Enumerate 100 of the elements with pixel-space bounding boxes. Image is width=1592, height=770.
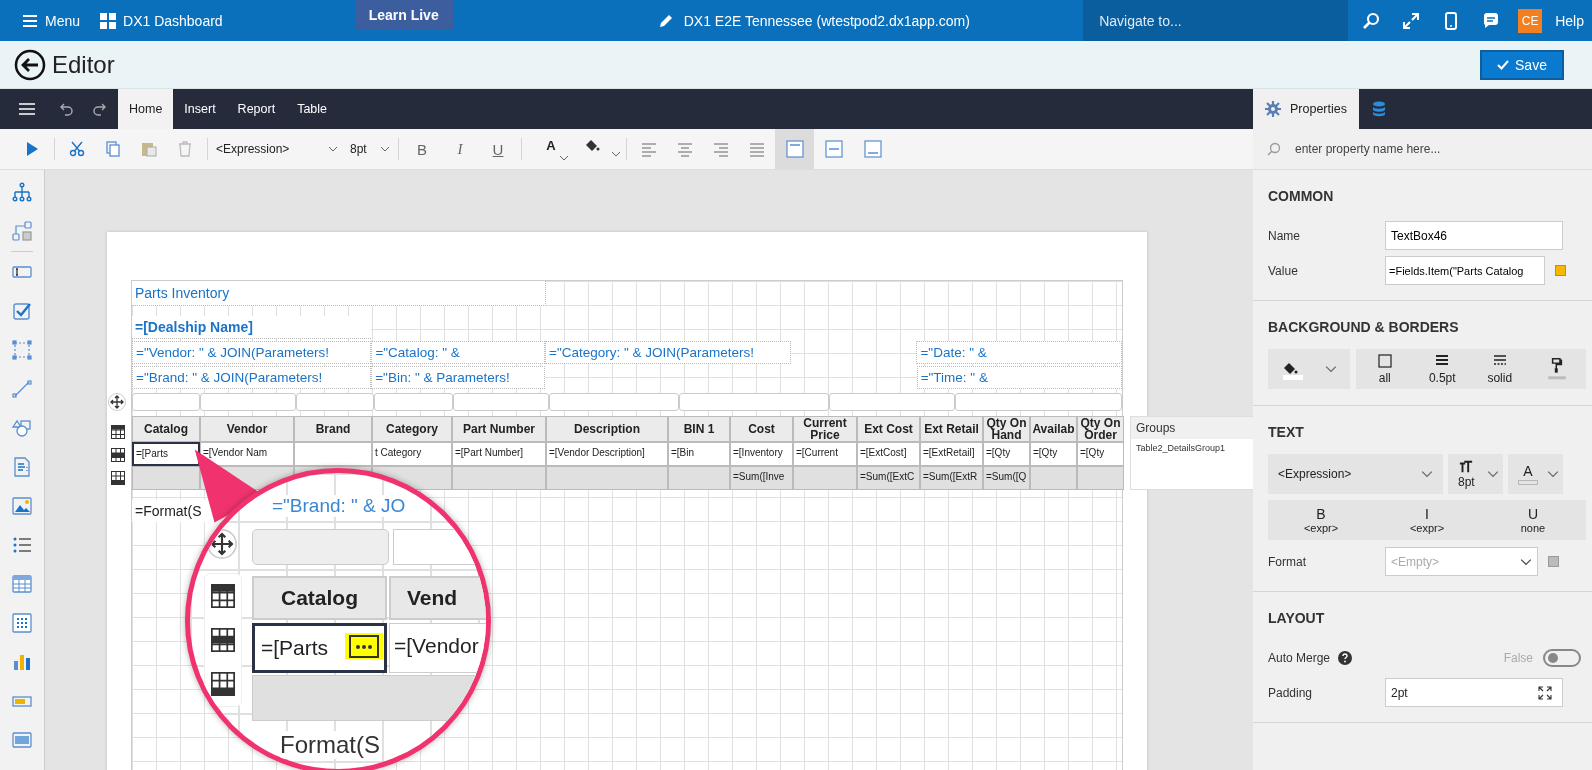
size-dropdown[interactable]: 8pt	[346, 135, 394, 163]
caret-icon	[1487, 470, 1499, 478]
table-cell[interactable]: =[ExtCost]	[857, 442, 920, 466]
bar-chart-icon[interactable]	[12, 652, 32, 672]
caret-icon	[1520, 557, 1532, 566]
expand-icon[interactable]	[1402, 11, 1421, 30]
play-icon[interactable]	[24, 141, 40, 157]
bold-button[interactable]: B	[403, 140, 441, 158]
underline-button[interactable]: U none	[1480, 500, 1586, 540]
table-cell[interactable]: =[Bin	[668, 442, 730, 466]
learn-live-button[interactable]: Learn Live	[354, 0, 453, 30]
grid-icon	[100, 12, 117, 29]
save-button[interactable]: Save	[1480, 49, 1564, 80]
table-cell[interactable]: =[Parts	[132, 442, 200, 466]
document-icon[interactable]	[12, 457, 32, 477]
format-expression: Format(S	[280, 731, 380, 759]
ribbon-tab[interactable]: Table	[286, 89, 339, 129]
border-sides-button[interactable]: all	[1356, 349, 1413, 389]
dealership-field: =[Dealship Name]	[132, 316, 371, 339]
report-title: Parts Inventory	[132, 281, 546, 306]
font-dropdown[interactable]: <Expression>	[212, 135, 342, 163]
footer-cell: =Sum([Inve	[730, 466, 793, 490]
components-icon[interactable]	[12, 221, 32, 241]
footer-cell	[1030, 466, 1077, 490]
font-dropdown[interactable]: <Expression>	[1268, 454, 1443, 494]
table-cell[interactable]: =[Vendor Description]	[546, 442, 668, 466]
name-field[interactable]: TextBox46	[1385, 221, 1563, 250]
navigate-field[interactable]: Navigate to...	[1083, 0, 1349, 41]
move-handle-icon[interactable]	[108, 393, 126, 411]
properties-tab[interactable]: Properties	[1253, 89, 1359, 129]
border-style-button[interactable]: solid	[1471, 349, 1528, 389]
group-item[interactable]: Table2_DetailsGroup1	[1131, 439, 1253, 457]
auto-merge-toggle[interactable]	[1543, 648, 1581, 667]
table-header-icon[interactable]	[111, 425, 125, 439]
table-cell[interactable]: =[Current	[793, 442, 857, 466]
table-cell[interactable]: t Category	[372, 442, 452, 466]
shapes-icon[interactable]	[12, 418, 32, 438]
line-icon[interactable]	[12, 379, 32, 399]
undo-icon[interactable]	[58, 101, 74, 117]
back-icon[interactable]	[14, 48, 46, 81]
help-icon[interactable]	[1338, 650, 1353, 665]
copy-icon[interactable]	[105, 141, 121, 157]
value-field[interactable]: =Fields.Item("Parts Catalog	[1385, 256, 1545, 285]
parameter-expression: ="Bin: " & Parameters!	[371, 366, 545, 389]
check-icon	[1497, 58, 1510, 71]
column-header: Ext Cost	[857, 416, 920, 442]
image-icon[interactable]	[12, 496, 32, 516]
field-label: Auto Merge	[1268, 650, 1331, 665]
grid-icon[interactable]	[12, 613, 32, 633]
list-icon[interactable]	[12, 535, 32, 555]
border-width-button[interactable]: 0.5pt	[1414, 349, 1471, 389]
text-block-icon	[824, 140, 843, 158]
cut-icon[interactable]	[69, 141, 85, 157]
menu-button[interactable]: Menu	[22, 5, 81, 36]
ribbon-tab[interactable]: Insert	[173, 89, 227, 129]
column-header: Vend	[389, 576, 486, 620]
redo-icon[interactable]	[92, 101, 108, 117]
ribbon-tab[interactable]: Report	[226, 89, 287, 129]
dashboard-link[interactable]: DX1 Dashboard	[100, 5, 223, 36]
parameter-expression: ="Vendor: " & JOIN(Parameters!	[132, 341, 372, 364]
font-color-dropdown[interactable]: A	[1508, 454, 1563, 494]
font-color-button[interactable]: A	[526, 137, 576, 161]
hierarchy-icon[interactable]	[12, 182, 32, 202]
table-cell[interactable]	[294, 442, 372, 466]
table-icon[interactable]	[12, 574, 32, 594]
ribbon-tab[interactable]: Home	[118, 89, 174, 129]
table-cell: =[Vendor	[389, 623, 486, 673]
line-weight-icon	[1435, 353, 1450, 368]
checkbox-icon[interactable]	[12, 301, 32, 321]
column-header: Catalog	[132, 416, 200, 442]
italic-button[interactable]: I <expr>	[1374, 500, 1480, 540]
search-icon[interactable]	[1362, 11, 1381, 30]
menu-icon[interactable]	[18, 100, 36, 118]
caret-icon	[328, 146, 338, 152]
property-search-field[interactable]: enter property name here...	[1293, 141, 1577, 157]
table-cell[interactable]: =[Qty	[983, 442, 1030, 466]
table-cell[interactable]: =[ExtRetail]	[920, 442, 983, 466]
italic-button[interactable]: I	[441, 140, 479, 158]
column-header: Current Price	[793, 416, 857, 442]
move-handle-icon	[207, 529, 237, 559]
container-icon[interactable]	[12, 340, 32, 360]
caret-icon	[1324, 365, 1337, 373]
padding-field[interactable]: 2pt	[1385, 678, 1563, 707]
column-header: Category	[372, 416, 452, 442]
underline-button[interactable]: U	[479, 140, 517, 158]
background-color-picker[interactable]	[1268, 349, 1350, 389]
column-header: Brand	[294, 416, 372, 442]
help-link[interactable]: Help	[1555, 5, 1584, 36]
table-cell[interactable]: =[Inventory	[730, 442, 793, 466]
chat-icon[interactable]	[1482, 11, 1501, 30]
gear-icon	[1265, 101, 1281, 117]
table-footer-icon[interactable]	[111, 471, 125, 485]
font-size-dropdown[interactable]: 8pt	[1448, 454, 1503, 494]
align-top-button[interactable]	[775, 129, 814, 169]
bold-button[interactable]: B <expr>	[1268, 500, 1374, 540]
table-cell[interactable]: =[Qty	[1030, 442, 1077, 466]
table-cell[interactable]: =[Qty	[1077, 442, 1124, 466]
table-cell[interactable]: =[Part Number]	[452, 442, 546, 466]
color-swatch	[1283, 375, 1303, 380]
table-detail-icon[interactable]	[111, 448, 125, 462]
